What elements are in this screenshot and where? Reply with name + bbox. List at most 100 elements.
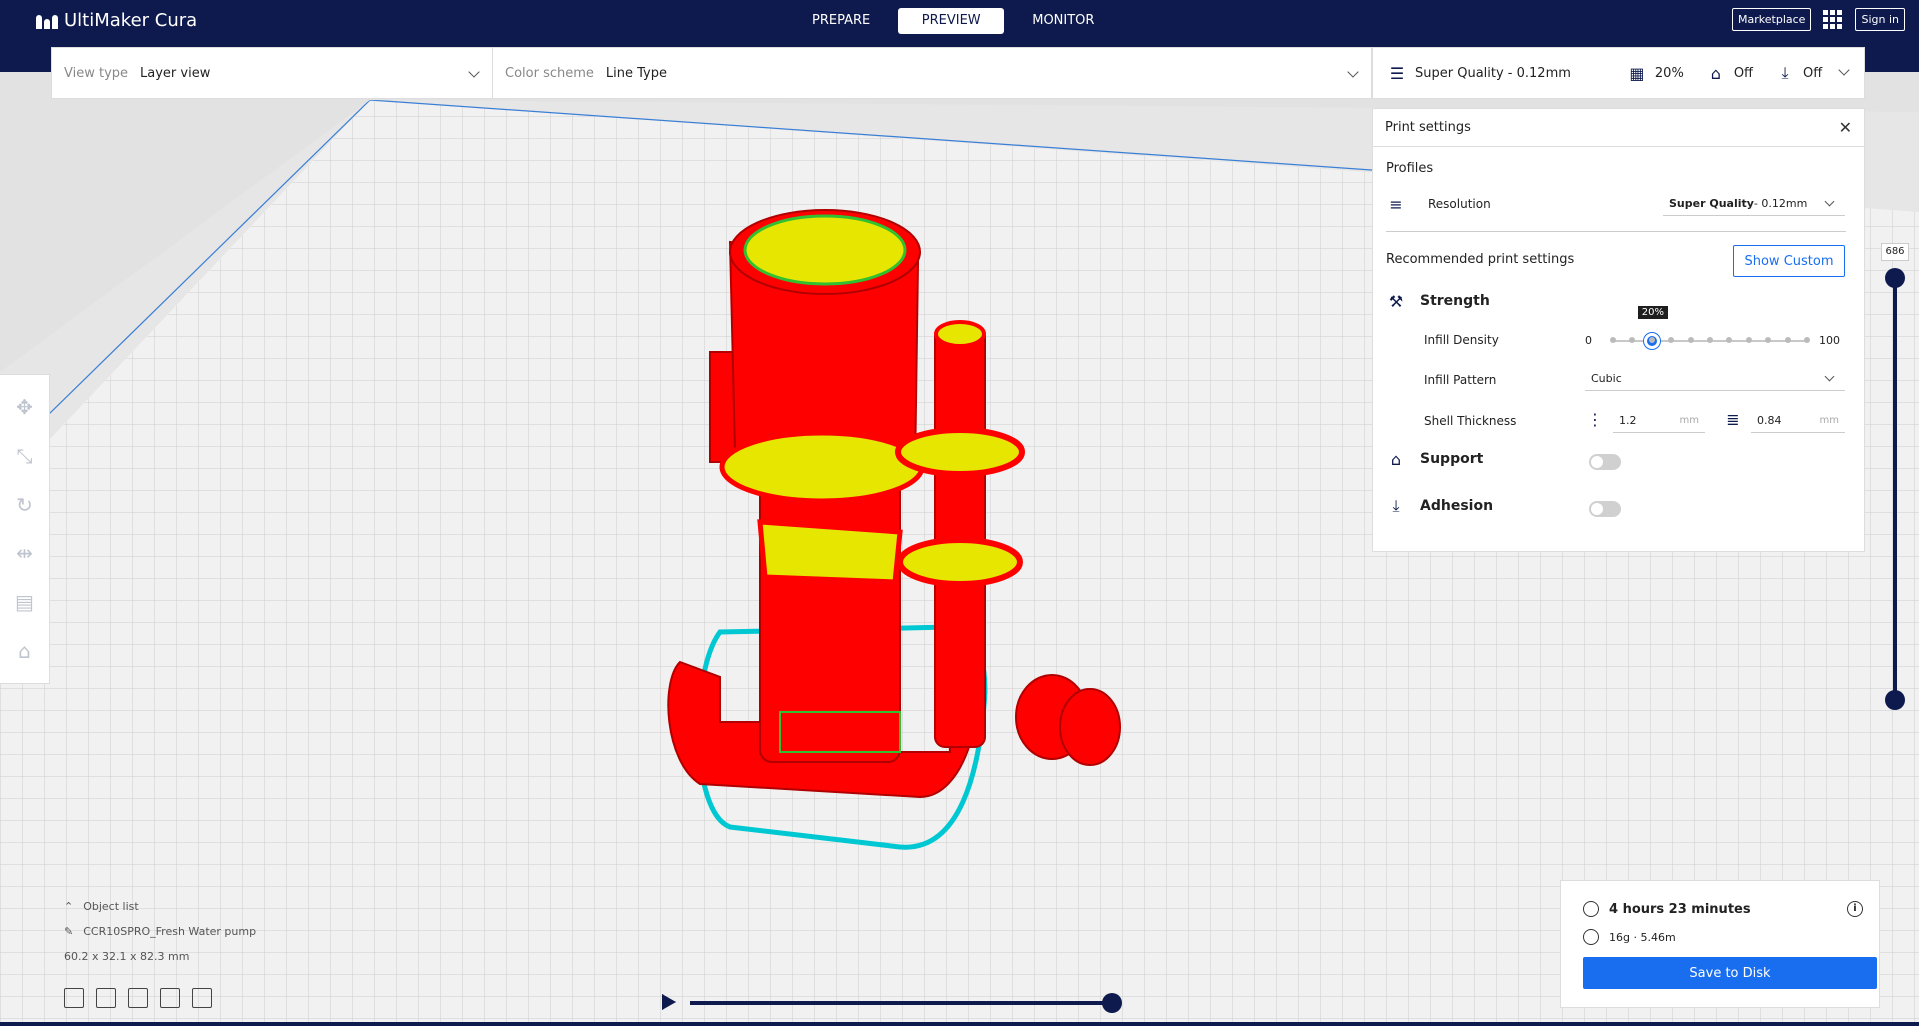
close-icon[interactable]: ✕ xyxy=(1839,118,1852,137)
object-list-toggle[interactable]: ⌃ Object list xyxy=(64,900,256,913)
infill-max-label: 100 xyxy=(1819,334,1840,347)
support-icon: ⌂ xyxy=(1390,449,1402,469)
info-icon[interactable]: i xyxy=(1847,901,1863,917)
color-scheme-dropdown[interactable]: Color scheme Line Type xyxy=(493,48,1371,98)
infill-summary: ▦ 20% xyxy=(1627,63,1683,83)
path-timeline-handle[interactable] xyxy=(1102,993,1122,1013)
spool-icon xyxy=(1583,929,1599,945)
resolution-icon: ≡ xyxy=(1389,194,1403,214)
profiles-label: Profiles xyxy=(1386,161,1434,176)
shell-thickness-label: Shell Thickness xyxy=(1424,414,1517,428)
object-name-row[interactable]: ✎ CCR10SPRO_Fresh Water pump xyxy=(64,925,256,938)
camera-view-buttons xyxy=(64,988,212,1008)
infill-slider-tick xyxy=(1726,337,1733,343)
print-settings-header: Print settings ✕ xyxy=(1373,109,1864,147)
infill-pattern-dropdown[interactable]: Cubic xyxy=(1585,367,1845,391)
resolution-value-name: Super Quality xyxy=(1669,197,1754,210)
adhesion-label: Adhesion xyxy=(1420,498,1494,514)
infill-pattern-value: Cubic xyxy=(1591,372,1622,385)
view-options-bar: View type Layer view Color scheme Line T… xyxy=(51,47,1372,99)
print-time: 4 hours 23 minutes xyxy=(1609,901,1751,917)
infill-slider-tick xyxy=(1745,337,1752,343)
chevron-down-icon xyxy=(1824,371,1835,382)
recommended-label: Recommended print settings xyxy=(1386,252,1575,267)
color-scheme-label: Color scheme xyxy=(505,65,594,81)
sign-in-button[interactable]: Sign in xyxy=(1855,8,1905,31)
move-icon[interactable]: ✥ xyxy=(12,394,38,420)
front-view-icon[interactable] xyxy=(96,988,116,1008)
support-summary: ⌂ Off xyxy=(1706,63,1753,83)
wall-thickness-input[interactable]: 1.2 mm xyxy=(1613,409,1705,433)
infill-slider-tick xyxy=(1707,337,1713,343)
resolution-dropdown[interactable]: Super Quality - 0.12mm xyxy=(1663,192,1845,216)
ultimaker-logo-icon xyxy=(36,13,58,29)
pencil-icon: ✎ xyxy=(64,925,74,938)
right-view-icon[interactable] xyxy=(192,988,212,1008)
resolution-label: Resolution xyxy=(1428,197,1491,211)
infill-slider-tick xyxy=(1804,337,1810,343)
path-timeline-track[interactable] xyxy=(690,1001,1112,1005)
infill-density-tooltip: 20% xyxy=(1637,306,1669,319)
apps-grid-icon[interactable] xyxy=(1823,9,1843,30)
print-estimate-panel: 4 hours 23 minutes i 16g · 5.46m Save to… xyxy=(1560,880,1880,1008)
per-model-settings-icon[interactable]: ▤ xyxy=(12,589,38,615)
view-type-dropdown[interactable]: View type Layer view xyxy=(52,48,493,98)
3d-view-icon[interactable] xyxy=(64,988,84,1008)
object-name: CCR10SPRO_Fresh Water pump xyxy=(83,925,257,938)
support-icon: ⌂ xyxy=(1710,63,1721,83)
infill-icon: ▦ xyxy=(1629,63,1645,83)
top-view-icon[interactable] xyxy=(128,988,148,1008)
chevron-down-icon xyxy=(1824,196,1835,207)
infill-slider-tick xyxy=(1668,337,1675,343)
adhesion-summary: ⤓ Off xyxy=(1775,63,1822,83)
infill-slider-tick xyxy=(1610,337,1616,343)
top-bottom-thickness-unit: mm xyxy=(1819,415,1839,426)
print-setup-summary[interactable]: ☰ Super Quality - 0.12mm ▦ 20% ⌂ Off ⤓ O… xyxy=(1372,47,1865,99)
layer-slider-track[interactable] xyxy=(1893,272,1897,702)
print-settings-title: Print settings xyxy=(1385,120,1471,135)
support-blocker-icon[interactable]: ⌂ xyxy=(12,638,38,664)
support-section: ⌂ Support xyxy=(1386,449,1483,469)
adhesion-icon: ⤓ xyxy=(1781,63,1789,82)
transform-toolbar: ✥ ⤡ ↻ ⇹ ▤ ⌂ xyxy=(0,374,50,684)
layer-slider-bottom-handle[interactable] xyxy=(1885,690,1905,710)
object-dimensions-row: 60.2 x 32.1 x 82.3 mm xyxy=(64,950,256,963)
tab-monitor[interactable]: MONITOR xyxy=(1010,8,1116,34)
infill-slider-tick xyxy=(1629,337,1636,343)
marketplace-button[interactable]: Marketplace xyxy=(1732,8,1812,31)
save-to-disk-button[interactable]: Save to Disk xyxy=(1583,957,1877,989)
recommended-row: Recommended print settings xyxy=(1386,252,1574,267)
support-summary-text: Off xyxy=(1733,65,1754,81)
rotate-icon[interactable]: ↻ xyxy=(12,492,38,518)
view-type-label: View type xyxy=(64,65,129,81)
top-bottom-thickness-input[interactable]: 0.84 mm xyxy=(1751,409,1845,433)
show-custom-button[interactable]: Show Custom xyxy=(1733,245,1845,277)
adhesion-section: ⤓ Adhesion xyxy=(1386,496,1493,516)
profile-summary: ☰ Super Quality - 0.12mm xyxy=(1387,63,1571,83)
scale-icon[interactable]: ⤡ xyxy=(12,443,38,469)
profile-summary-text: Super Quality - 0.12mm xyxy=(1415,65,1571,81)
left-view-icon[interactable] xyxy=(160,988,180,1008)
layer-number-label[interactable]: 686 xyxy=(1881,243,1909,261)
chevron-up-icon: ⌃ xyxy=(64,900,74,913)
object-dimensions: 60.2 x 32.1 x 82.3 mm xyxy=(64,950,190,963)
mirror-icon[interactable]: ⇹ xyxy=(12,540,38,566)
top-right-actions: Marketplace Sign in xyxy=(1732,8,1905,31)
chevron-down-icon xyxy=(468,66,480,78)
tab-preview[interactable]: PREVIEW xyxy=(898,8,1005,34)
layer-slider-top-handle[interactable] xyxy=(1885,268,1905,288)
adhesion-toggle[interactable] xyxy=(1589,501,1621,517)
object-list: ⌃ Object list ✎ CCR10SPRO_Fresh Water pu… xyxy=(64,900,256,975)
tab-prepare[interactable]: PREPARE xyxy=(790,8,892,34)
infill-density-label: Infill Density xyxy=(1424,333,1499,347)
wall-thickness-icon: ⋮ xyxy=(1587,409,1603,429)
sliders-icon: ☰ xyxy=(1389,63,1405,83)
print-settings-panel: Print settings ✕ Profiles ≡ Resolution S… xyxy=(1372,108,1865,552)
material-estimate: 16g · 5.46m xyxy=(1609,930,1676,944)
print-time-row: 4 hours 23 minutes xyxy=(1583,901,1751,917)
chevron-down-icon[interactable] xyxy=(1838,64,1850,76)
top-bottom-thickness-value: 0.84 xyxy=(1757,414,1782,427)
chevron-down-icon xyxy=(1347,66,1359,78)
support-toggle[interactable] xyxy=(1589,454,1621,470)
bottom-strip xyxy=(0,1022,1919,1026)
